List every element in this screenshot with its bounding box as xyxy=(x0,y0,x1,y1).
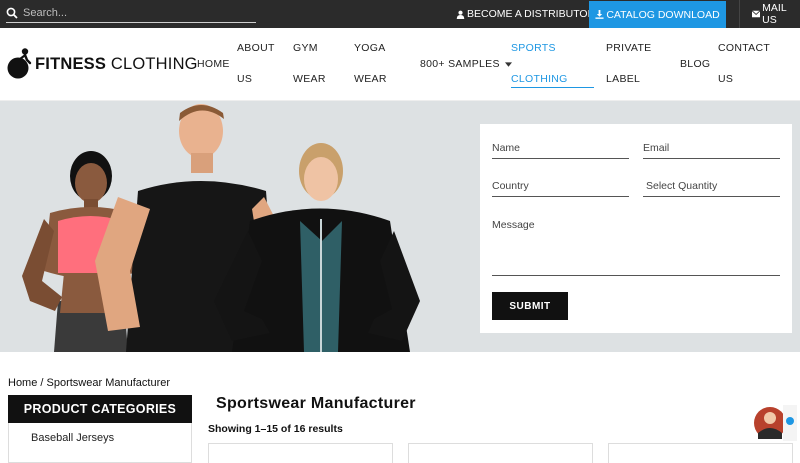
mail-us-link[interactable]: MAIL US xyxy=(752,0,800,28)
breadcrumb-separator: / xyxy=(37,377,47,389)
download-icon xyxy=(595,10,604,19)
nav-private-line-1: PRIVATE xyxy=(606,42,652,54)
nav-sports-line-2: CLOTHING xyxy=(511,73,568,85)
distributor-label: BECOME A DISTRIBUTOR xyxy=(467,8,596,20)
inquiry-form: Name Email Country Select Quantity Messa… xyxy=(480,124,792,333)
name-field[interactable]: Name xyxy=(492,142,629,159)
nav-yoga-line-1: YOGA xyxy=(354,42,386,54)
logo-figure-icon xyxy=(7,47,33,81)
product-categories-title: PRODUCT CATEGORIES xyxy=(8,395,192,423)
logo-text: FITNESS CLOTHING xyxy=(35,55,198,74)
nav-samples-dropdown[interactable]: 800+ SAMPLES xyxy=(420,49,512,80)
product-categories-list: Baseball Jerseys xyxy=(8,423,192,463)
active-nav-underline xyxy=(511,87,594,88)
search-icon xyxy=(6,7,18,19)
nav-private-label[interactable]: PRIVATE LABEL xyxy=(606,33,651,95)
site-logo[interactable]: FITNESS CLOTHING xyxy=(7,47,198,81)
results-count: Showing 1–15 of 16 results xyxy=(208,423,343,435)
topbar-divider xyxy=(739,0,740,28)
nav-contact-us[interactable]: CONTACT US xyxy=(718,33,770,95)
nav-sports-clothing[interactable]: SPORTS CLOTHING xyxy=(511,33,568,95)
page-title: Sportswear Manufacturer xyxy=(216,395,416,412)
chat-widget[interactable] xyxy=(753,403,797,443)
nav-sports-line-1: SPORTS xyxy=(511,42,556,54)
nav-private-line-2: LABEL xyxy=(606,73,641,85)
nav-about-line-1: ABOUT xyxy=(237,42,275,54)
search-input[interactable] xyxy=(23,7,243,19)
nav-blog[interactable]: BLOG xyxy=(680,49,710,80)
search-box[interactable] xyxy=(6,4,256,23)
hero-banner: Name Email Country Select Quantity Messa… xyxy=(0,101,800,352)
catalog-label: CATALOG DOWNLOAD xyxy=(606,8,720,21)
nav-about-line-2: US xyxy=(237,73,253,85)
logo-text-bold: FITNESS xyxy=(35,54,107,73)
nav-home[interactable]: HOME xyxy=(197,49,230,80)
breadcrumb-home-link[interactable]: Home xyxy=(8,377,37,389)
nav-gym-line-2: WEAR xyxy=(293,73,326,85)
category-item[interactable]: Baseball Jerseys xyxy=(31,432,114,444)
main-header: FITNESS CLOTHING HOME ABOUT US GYM WEAR … xyxy=(0,28,800,101)
logo-text-regular: CLOTHING xyxy=(106,54,198,73)
submit-button[interactable]: SUBMIT xyxy=(492,292,568,320)
nav-yoga-wear[interactable]: YOGA WEAR xyxy=(354,33,387,95)
email-field[interactable]: Email xyxy=(643,142,780,159)
mail-icon xyxy=(752,10,761,18)
country-field[interactable]: Country xyxy=(492,180,629,197)
nav-gym-line-1: GYM xyxy=(293,42,318,54)
product-card[interactable] xyxy=(208,443,393,463)
nav-samples-label: 800+ SAMPLES xyxy=(420,58,500,70)
product-card[interactable] xyxy=(608,443,793,463)
breadcrumb: Home / Sportswear Manufacturer xyxy=(8,377,170,389)
product-card[interactable] xyxy=(408,443,593,463)
message-field[interactable]: Message xyxy=(492,219,780,276)
breadcrumb-current: Sportswear Manufacturer xyxy=(46,377,171,389)
quantity-select[interactable]: Select Quantity xyxy=(643,180,780,197)
user-icon xyxy=(456,10,465,19)
nav-about-us[interactable]: ABOUT US xyxy=(237,33,275,95)
hero-athletes-image xyxy=(22,104,420,352)
nav-yoga-line-2: WEAR xyxy=(354,73,387,85)
nav-contact-line-1: CONTACT xyxy=(718,42,771,54)
become-distributor-link[interactable]: BECOME A DISTRIBUTOR xyxy=(456,0,595,28)
nav-gym-wear[interactable]: GYM WEAR xyxy=(293,33,326,95)
mail-label: MAIL US xyxy=(762,2,787,26)
nav-contact-line-2: US xyxy=(718,73,734,85)
catalog-download-button[interactable]: CATALOG DOWNLOAD xyxy=(589,1,726,28)
top-bar: BECOME A DISTRIBUTOR CATALOG DOWNLOAD MA… xyxy=(0,0,800,28)
